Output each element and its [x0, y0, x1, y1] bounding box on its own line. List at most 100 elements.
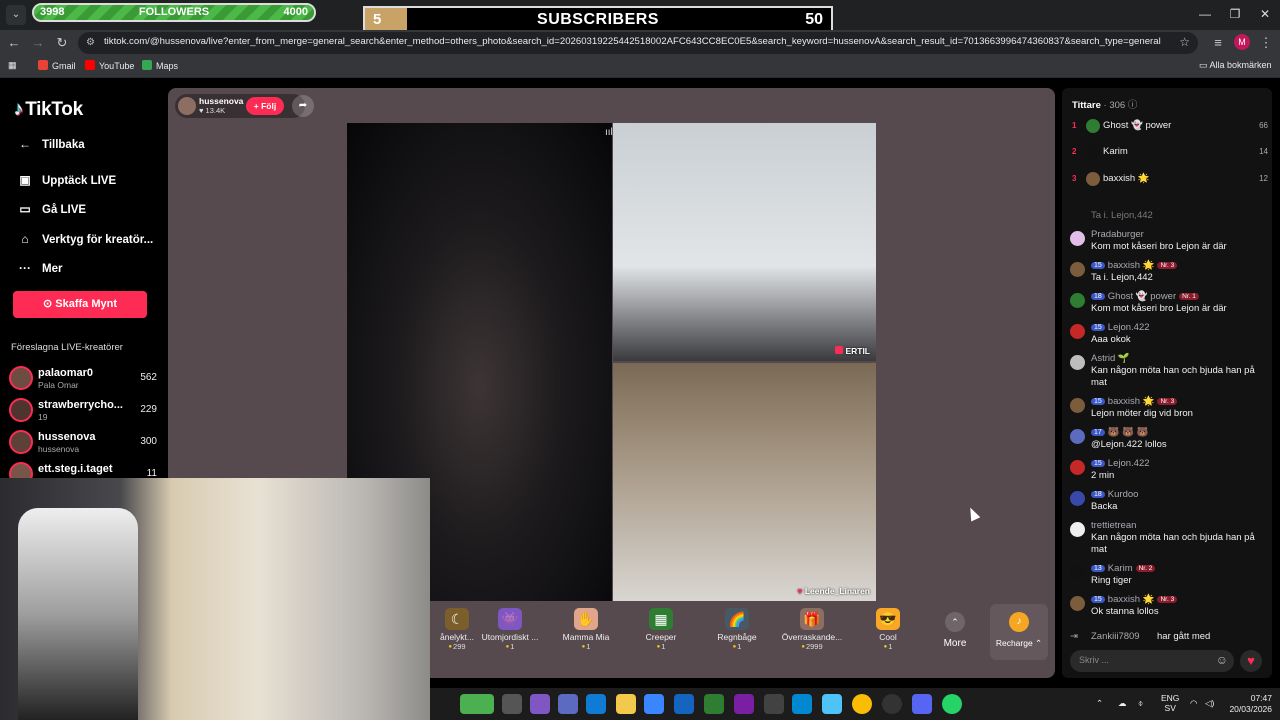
top-viewer[interactable]: 3 baxxish 🌟 12	[1072, 171, 1268, 191]
mail-icon[interactable]	[674, 694, 694, 714]
gift-price: 2999	[777, 642, 847, 651]
tiktok-logo[interactable]: ♪ TikTok	[14, 99, 83, 121]
user-avatar[interactable]	[1070, 231, 1085, 246]
user-avatar[interactable]	[1070, 355, 1085, 370]
microphone-icon[interactable]: ⌽	[1138, 698, 1143, 709]
forward-icon[interactable]: →	[28, 33, 48, 53]
bookmark-gmail[interactable]: Gmail	[38, 60, 76, 71]
wifi-icon[interactable]: ◠	[1190, 698, 1197, 709]
user-avatar[interactable]	[1070, 596, 1085, 611]
language-indicator[interactable]: ENG SV	[1161, 693, 1179, 713]
site-info-icon[interactable]: ⚙	[86, 37, 95, 48]
chat-header[interactable]: 15 Lejon.422	[1091, 322, 1150, 333]
nav-go-live[interactable]: ▭ Gå LIVE	[16, 202, 86, 216]
user-avatar[interactable]	[1070, 460, 1085, 475]
gift-item[interactable]: 😎 Cool1	[853, 604, 923, 660]
chat-header[interactable]: 15 baxxish 🌟 Nr. 3	[1091, 594, 1178, 605]
copilot-icon[interactable]	[530, 694, 550, 714]
share-icon[interactable]: ➦	[292, 95, 314, 117]
chat-username[interactable]: Astrid 🌱	[1091, 353, 1130, 364]
minimize-icon[interactable]: —	[1188, 0, 1222, 30]
creator-subtitle: 19	[38, 412, 48, 422]
user-avatar[interactable]	[1070, 522, 1085, 537]
tab-search-button[interactable]: ⌄	[6, 5, 26, 25]
suggested-creator[interactable]: palaomar0 Pala Omar 562	[9, 366, 161, 394]
restore-icon[interactable]: ❐	[1218, 0, 1252, 30]
remote-desktop-icon[interactable]	[822, 694, 842, 714]
back-icon[interactable]: ←	[4, 33, 24, 53]
nav-creator-tools[interactable]: ⌂ Verktyg för kreatör...	[16, 232, 153, 246]
store-icon[interactable]	[644, 694, 664, 714]
widgets-icon[interactable]	[460, 694, 494, 714]
emoji-icon[interactable]: ☺	[1216, 653, 1228, 667]
chat-header[interactable]: 13 Karim Nr. 2	[1091, 563, 1156, 574]
apps-grid-icon[interactable]: ▦	[8, 60, 17, 71]
nav-more[interactable]: ··· Mer	[16, 261, 62, 275]
chat-text: Kan någon möta han och bjuda han på mat	[1091, 532, 1255, 555]
task-view-icon[interactable]	[502, 694, 522, 714]
chrome-icon[interactable]	[852, 694, 872, 714]
obs-icon[interactable]	[882, 694, 902, 714]
url-field[interactable]: ⚙ tiktok.com/@hussenova/live?enter_from_…	[78, 32, 1198, 54]
system-clock[interactable]: 07:47 20/03/2026	[1226, 693, 1272, 715]
nav-discover-live[interactable]: ▣ Upptäck LIVE	[16, 173, 116, 187]
more-gifts-button[interactable]: ⌃ More	[930, 610, 980, 656]
gift-item[interactable]: 🎁 Överraskande...2999	[777, 604, 847, 660]
chat-header[interactable]: 17 🐻 🐻 🐻	[1091, 427, 1149, 438]
chat-header[interactable]: 18 Ghost 👻 power Nr. 1	[1091, 291, 1199, 302]
all-bookmarks[interactable]: ▭ Alla bokmärken	[1199, 60, 1272, 71]
like-heart-button[interactable]: ♥	[1240, 650, 1262, 672]
edge-icon[interactable]	[586, 694, 606, 714]
whatsapp-icon[interactable]	[942, 694, 962, 714]
chat-header[interactable]: 15 baxxish 🌟 Nr. 3	[1091, 396, 1178, 407]
tray-overflow-icon[interactable]: ⌃	[1096, 698, 1103, 709]
network-tray-icon[interactable]: ☁	[1118, 698, 1127, 709]
chat-username[interactable]: Pradaburger	[1091, 229, 1144, 240]
chat-username[interactable]: trettietrean	[1091, 520, 1136, 531]
suggested-creator[interactable]: hussenova hussenova 300	[9, 430, 161, 458]
gift-item[interactable]: ▦ Creeper1	[626, 604, 696, 660]
user-avatar[interactable]	[1070, 262, 1085, 277]
user-avatar[interactable]	[1070, 398, 1085, 413]
bookmark-youtube[interactable]: YouTube	[85, 60, 134, 71]
top-viewer[interactable]: 2 Karim 14	[1072, 144, 1268, 164]
volume-icon[interactable]: ◁)	[1205, 698, 1214, 709]
url-text[interactable]: tiktok.com/@hussenova/live?enter_from_me…	[104, 36, 1174, 47]
teams-icon[interactable]	[558, 694, 578, 714]
close-icon[interactable]: ✕	[1248, 0, 1280, 30]
info-icon[interactable]: ⓘ	[1125, 100, 1138, 111]
creator-avatar	[9, 398, 33, 422]
user-avatar[interactable]	[1070, 491, 1085, 506]
reload-icon[interactable]: ↻	[52, 33, 72, 53]
chat-header[interactable]: 18 Kurdoo	[1091, 489, 1138, 500]
gift-item[interactable]: 🌈 Regnbåge1	[702, 604, 772, 660]
creator-avatar	[9, 366, 33, 390]
get-coins-button[interactable]: ⊙ Skaffa Mynt	[13, 291, 147, 318]
user-avatar[interactable]	[1070, 565, 1085, 580]
extensions-icon[interactable]: ≡	[1208, 33, 1228, 53]
follow-button[interactable]: + Följ	[246, 97, 284, 115]
browser-menu-icon[interactable]: ⋮	[1256, 33, 1276, 53]
bookmark-maps[interactable]: Maps	[142, 60, 178, 71]
suggested-creator[interactable]: strawberrycho... 19 229	[9, 398, 161, 426]
photos-icon[interactable]	[792, 694, 812, 714]
user-avatar[interactable]	[1070, 324, 1085, 339]
gift-item[interactable]: 👾 Utomjordiskt ...1	[475, 604, 545, 660]
profile-avatar[interactable]: M	[1234, 34, 1250, 50]
chat-header[interactable]: 15 Lejon.422	[1091, 458, 1150, 469]
chat-input[interactable]: Skriv ... ☺	[1070, 650, 1234, 672]
recharge-button[interactable]: ♪ Recharge ⌃	[990, 604, 1048, 660]
user-avatar[interactable]	[1070, 293, 1085, 308]
host-info[interactable]: hussenova ♥ 13.4K	[175, 94, 305, 118]
bookmark-star-icon[interactable]: ☆	[1179, 35, 1190, 49]
top-viewer[interactable]: 1 Ghost 👻 power 66	[1072, 118, 1268, 138]
file-explorer-icon[interactable]	[616, 694, 636, 714]
nav-back[interactable]: ← Tillbaka	[16, 137, 85, 151]
app-icon[interactable]	[764, 694, 784, 714]
shield-icon[interactable]	[704, 694, 724, 714]
user-avatar[interactable]	[1070, 429, 1085, 444]
discord-icon[interactable]	[912, 694, 932, 714]
chat-header[interactable]: 15 baxxish 🌟 Nr. 3	[1091, 260, 1178, 271]
gift-item[interactable]: ✋ Mamma Mia1	[551, 604, 621, 660]
office-icon[interactable]	[734, 694, 754, 714]
